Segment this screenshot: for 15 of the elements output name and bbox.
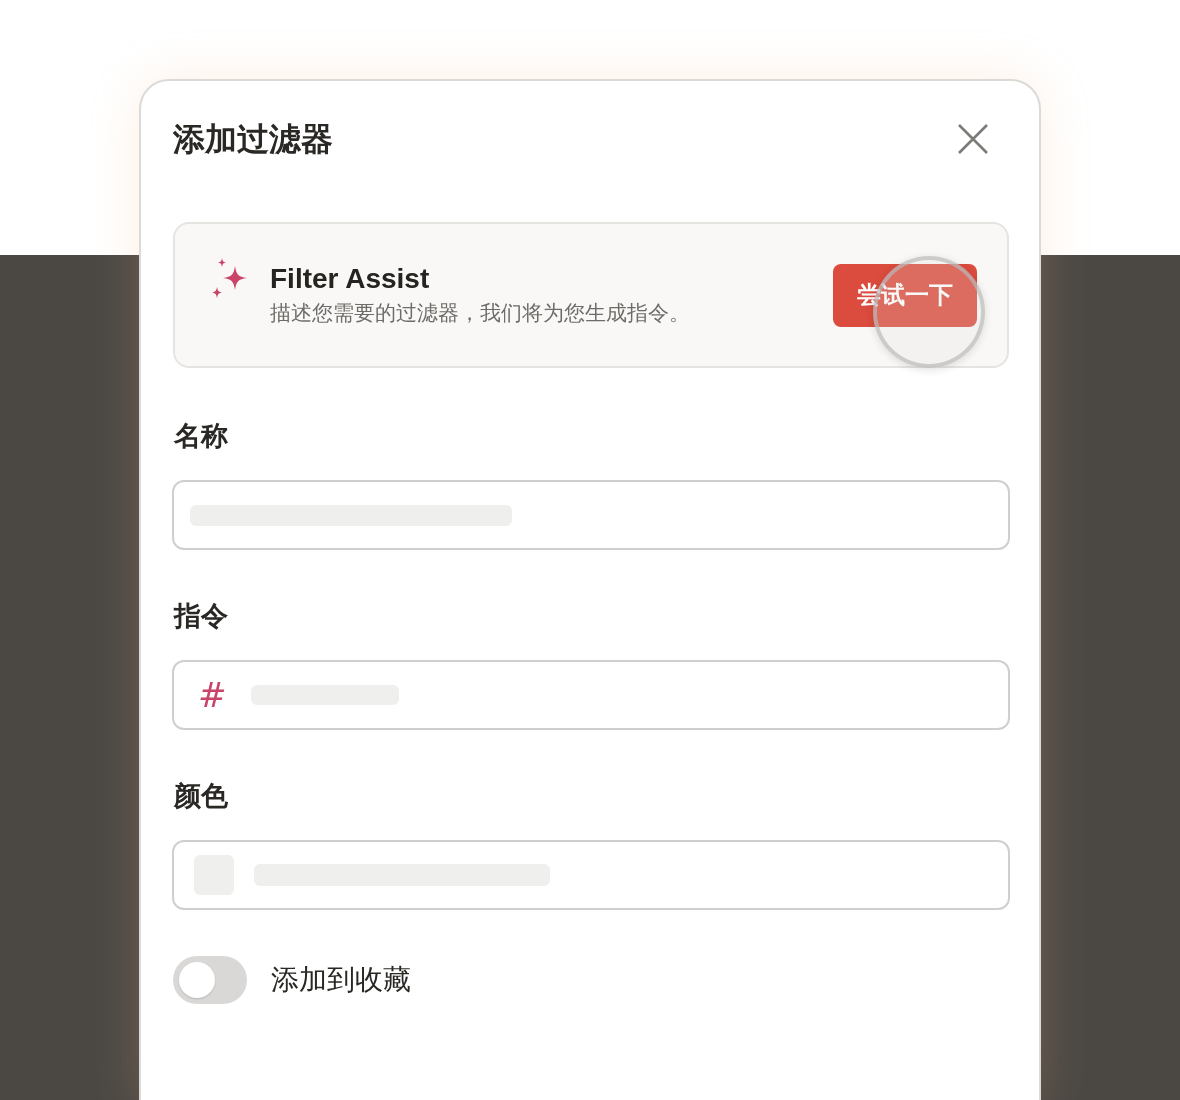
toggle-label: 添加到收藏 bbox=[271, 963, 411, 997]
hash-prefix: # bbox=[198, 678, 227, 712]
input-field[interactable] bbox=[172, 480, 1010, 550]
assist-title: Filter Assist bbox=[270, 262, 430, 296]
input-field[interactable]: # bbox=[172, 660, 1010, 730]
input-field[interactable] bbox=[172, 840, 1010, 910]
field-label: 指令 bbox=[173, 600, 228, 633]
field-label: 颜色 bbox=[173, 780, 228, 813]
dialog-title: 添加过滤器 bbox=[173, 120, 333, 159]
try-button[interactable]: 尝试一下 bbox=[833, 263, 977, 327]
field-label: 名称 bbox=[173, 420, 228, 453]
close-icon bbox=[958, 124, 988, 154]
close-button[interactable] bbox=[957, 123, 989, 155]
favorite-toggle[interactable] bbox=[173, 956, 247, 1004]
assist-description: 描述您需要的过滤器，我们将为您生成指令。 bbox=[270, 300, 690, 326]
